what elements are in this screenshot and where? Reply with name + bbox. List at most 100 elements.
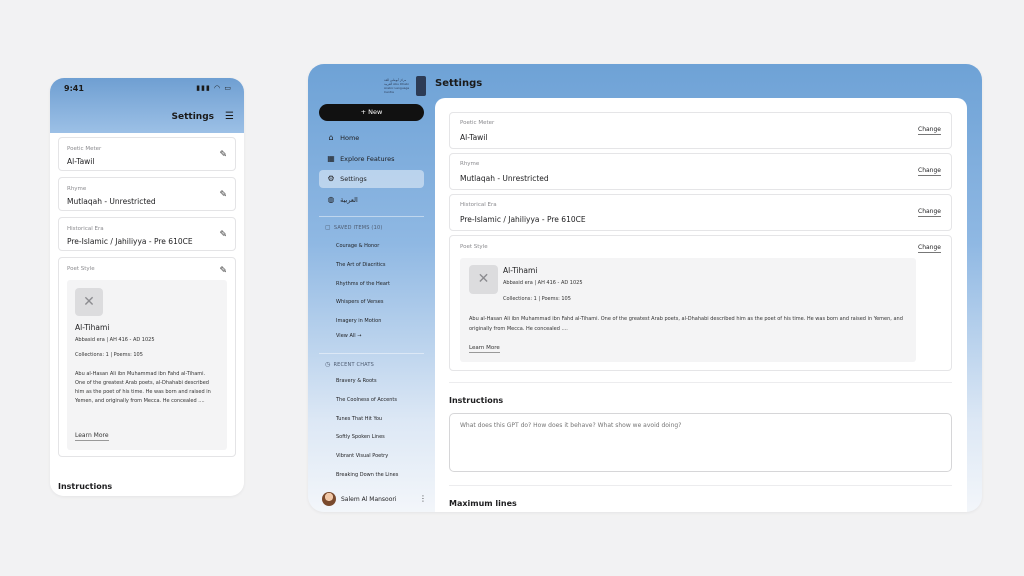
rhyme-card: Rhyme Mutlaqah - Unrestricted Change [449,153,952,190]
centre-logo: مركز أبوظبي للغة العربية Abu Dhabi Arabi… [384,76,426,96]
recent-chat-item[interactable]: The Coolness of Accents [336,397,397,403]
learn-more-link[interactable]: Learn More [75,432,109,441]
sidebar-item-explore[interactable]: ▦ Explore Features [319,150,424,168]
field-label: Rhyme [67,186,87,192]
poet-details: ✕ Al-Tihami Abbasid era | AH 416 - AD 10… [67,280,227,450]
status-icons: ▮▮▮ ◠ ▭ [196,84,232,92]
settings-panel: Poetic Meter Al-Tawil Change Rhyme Mutla… [435,98,967,512]
sidebar-item-label: Home [340,134,360,142]
instructions-heading: Instructions [58,482,113,491]
avatar [322,492,336,506]
menu-icon[interactable]: ☰ [225,111,234,122]
field-label: Poetic Meter [67,146,102,152]
poet-details: ✕ Al-Tihami Abbasid era | AH 416 - AD 10… [460,258,916,362]
saved-items-heading: ▢ SAVED ITEMS (10) [325,224,383,231]
edit-pencil-icon[interactable]: ✎ [219,230,227,240]
historical-era-card: Historical Era Pre-Islamic / Jahiliyya -… [449,194,952,231]
sidebar-divider [319,216,424,217]
section-divider [449,485,952,486]
field-label: Historical Era [460,202,497,208]
saved-item[interactable]: Whispers of Verses [336,299,383,305]
globe-icon: ◍ [327,195,335,204]
instructions-input[interactable] [449,413,952,472]
rhyme-card: Rhyme Mutlaqah - Unrestricted ✎ [58,177,236,211]
logo-text: مركز أبوظبي للغة العربية Abu Dhabi Arabi… [384,78,410,94]
field-value: Al-Tawil [67,157,95,166]
poet-placeholder-icon: ✕ [75,288,103,316]
section-divider [449,382,952,383]
status-time: 9:41 [64,84,84,93]
poet-name: Al-Tihami [503,266,538,275]
phone-settings-content: Poetic Meter Al-Tawil ✎ Rhyme Mutlaqah -… [50,133,244,496]
sidebar-item-settings[interactable]: ⚙ Settings [319,170,424,188]
recent-chats-heading-label: RECENT CHATS [333,362,375,368]
sidebar-item-language[interactable]: ◍ العربية [319,191,424,209]
change-button[interactable]: Change [918,244,941,253]
more-options-icon[interactable]: ⋮ [419,494,427,503]
learn-more-link[interactable]: Learn More [469,345,500,353]
edit-pencil-icon[interactable]: ✎ [219,150,227,160]
logo-mark-icon [416,76,426,96]
poet-stats: Collections: 1 | Poems: 105 [503,296,571,302]
field-value: Pre-Islamic / Jahiliyya - Pre 610CE [67,237,193,246]
recent-chats-heading: ◷ RECENT CHATS [325,361,374,368]
saved-item[interactable]: Rhythms of the Heart [336,281,390,287]
phone-frame: 9:41 ▮▮▮ ◠ ▭ Settings ☰ Poetic Meter Al-… [50,78,244,496]
sidebar-item-label: العربية [340,196,358,204]
edit-pencil-icon[interactable]: ✎ [219,190,227,200]
field-label: Poetic Meter [460,120,495,126]
poet-placeholder-icon: ✕ [469,265,498,294]
field-label: Rhyme [460,161,480,167]
maximum-lines-heading: Maximum lines [449,499,517,508]
field-value: Pre-Islamic / Jahiliyya - Pre 610CE [460,215,586,224]
sidebar-divider [319,353,424,354]
poet-bio: Abu al-Hasan Ali ibn Muhammad ibn Fahd a… [469,316,903,332]
field-label: Poet Style [460,244,488,250]
app-window: مركز أبوظبي للغة العربية Abu Dhabi Arabi… [308,64,982,512]
change-button[interactable]: Change [918,167,941,176]
recent-chat-item[interactable]: Tunes That Hit You [336,416,382,422]
poetic-meter-card: Poetic Meter Al-Tawil Change [449,112,952,149]
view-all-link[interactable]: View All → [336,333,361,339]
sidebar-item-label: Explore Features [340,155,395,163]
poet-bio: Abu al-Hasan Ali ibn Muhammad ibn Fahd a… [75,371,211,404]
historical-era-card: Historical Era Pre-Islamic / Jahiliyya -… [58,217,236,251]
user-profile[interactable]: Salem Al Mansoori ⋮ [322,492,427,508]
page-title: Settings [171,112,214,122]
new-chat-button[interactable]: + New [319,104,424,121]
saved-item[interactable]: The Art of Diacritics [336,262,386,268]
home-icon: ⌂ [328,133,334,142]
grid-icon: ▦ [327,154,335,163]
saved-item[interactable]: Imagery in Motion [336,318,381,324]
poetic-meter-card: Poetic Meter Al-Tawil ✎ [58,137,236,171]
poet-style-card: Poet Style ✎ ✕ Al-Tihami Abbasid era | A… [58,257,236,457]
field-value: Al-Tawil [460,133,488,142]
saved-items-heading-label: SAVED ITEMS (10) [333,225,383,231]
bookmark-icon: ▢ [325,224,331,231]
user-name: Salem Al Mansoori [341,496,397,503]
instructions-heading: Instructions [449,396,504,405]
gear-icon: ⚙ [327,174,335,183]
saved-item[interactable]: Courage & Honor [336,243,379,249]
history-icon: ◷ [325,361,331,368]
phone-header: 9:41 ▮▮▮ ◠ ▭ Settings ☰ [50,78,244,133]
sidebar-item-label: Settings [340,175,367,183]
change-button[interactable]: Change [918,126,941,135]
page-title: Settings [435,78,483,89]
field-label: Poet Style [67,266,95,272]
poet-name: Al-Tihami [75,323,110,332]
recent-chat-item[interactable]: Softly Spoken Lines [336,434,385,440]
recent-chat-item[interactable]: Breaking Down the Lines [336,472,398,478]
poet-era: Abbasid era | AH 416 - AD 1025 [75,337,155,343]
poet-era: Abbasid era | AH 416 - AD 1025 [503,280,583,286]
change-button[interactable]: Change [918,208,941,217]
field-label: Historical Era [67,226,104,232]
recent-chat-item[interactable]: Vibrant Visual Poetry [336,453,388,459]
field-value: Mutlaqah - Unrestricted [460,174,549,183]
recent-chat-item[interactable]: Bravery & Roots [336,378,377,384]
field-value: Mutlaqah - Unrestricted [67,197,156,206]
poet-style-card: Poet Style Change ✕ Al-Tihami Abbasid er… [449,235,952,371]
poet-stats: Collections: 1 | Poems: 105 [75,352,143,358]
edit-pencil-icon[interactable]: ✎ [219,266,227,276]
sidebar-item-home[interactable]: ⌂ Home [319,129,424,147]
